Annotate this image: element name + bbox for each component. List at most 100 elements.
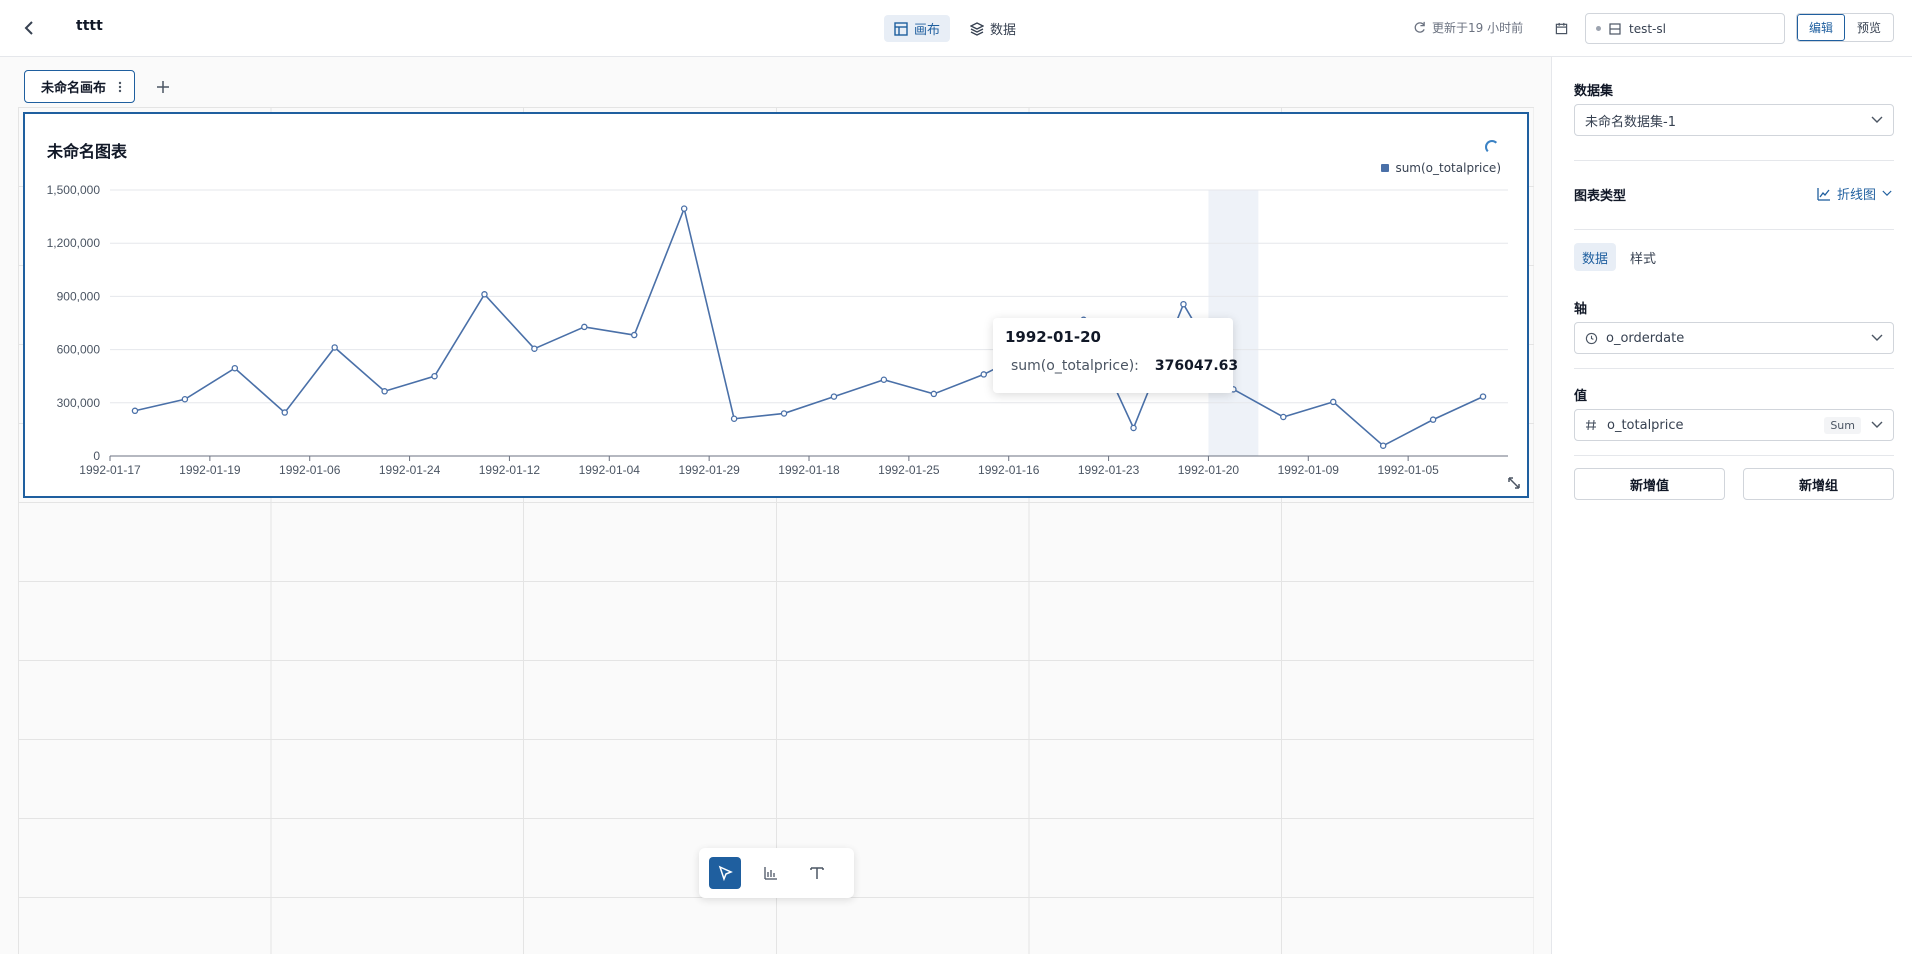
chevron-down-icon	[1871, 116, 1883, 123]
tab-data[interactable]: 数据	[960, 15, 1026, 42]
update-time-text: 更新于19 小时前	[1432, 21, 1524, 35]
x-tick-label: 1992-01-16	[978, 463, 1040, 477]
axis-label: 轴	[1574, 302, 1588, 317]
x-tick-label: 1992-01-20	[1178, 463, 1240, 477]
data-point	[980, 371, 988, 378]
refresh-icon	[1414, 21, 1425, 33]
value-field: o_totalprice	[1607, 417, 1684, 433]
dataset-value: 未命名数据集-1	[1585, 114, 1676, 130]
view-tabs: 画布 数据	[884, 15, 1026, 42]
axis-select[interactable]: o_orderdate	[1574, 322, 1894, 354]
value-label: 值	[1574, 389, 1588, 404]
edit-mode-button[interactable]: 编辑	[1797, 14, 1845, 41]
tab-data-settings[interactable]: 数据	[1574, 243, 1617, 271]
data-point	[531, 345, 538, 352]
data-point	[331, 344, 338, 351]
data-point	[581, 323, 588, 331]
data-point	[281, 409, 288, 416]
data-point	[1479, 393, 1487, 400]
x-tick-label: 1992-01-04	[579, 463, 641, 477]
preview-mode-button[interactable]: 预览	[1845, 14, 1893, 41]
data-point	[680, 205, 688, 212]
add-group-button[interactable]: 新增组	[1743, 468, 1894, 500]
hash-icon	[1586, 419, 1596, 431]
bottom-toolbar	[699, 848, 854, 898]
data-point	[730, 415, 738, 423]
line-chart[interactable]: 0 300,000 600,000 900,000 1,200,000 1,500,000…	[25, 114, 1527, 496]
chart-tooltip: 1992-01-20 sum(o_totalprice): 376047.63	[993, 318, 1238, 393]
y-tick-label: 600,000	[57, 343, 101, 357]
tooltip-row: sum(o_totalprice): 376047.63	[1005, 358, 1238, 374]
x-tick-label: 1992-01-09	[1278, 463, 1340, 477]
database-icon	[1609, 22, 1621, 35]
data-point	[880, 376, 888, 383]
y-tick-label: 900,000	[57, 289, 101, 303]
data-point	[1429, 416, 1437, 423]
dataset-select[interactable]: 未命名数据集-1	[1574, 104, 1894, 136]
plus-icon	[157, 80, 170, 93]
clock-icon	[1585, 332, 1598, 344]
calendar-button[interactable]	[1551, 18, 1571, 38]
resize-handle-icon[interactable]	[1507, 476, 1521, 490]
data-point	[431, 372, 438, 380]
divider	[1574, 455, 1894, 456]
data-point	[1379, 442, 1387, 449]
database-select[interactable]: test-sl	[1585, 13, 1785, 44]
add-text-button[interactable]	[801, 857, 833, 889]
chart-type-select[interactable]: 折线图	[1817, 184, 1892, 203]
canvas-tab-label: 未命名画布	[41, 81, 107, 96]
text-icon	[810, 867, 824, 879]
y-tick-label: 1,500,000	[47, 183, 101, 197]
mode-toggle: 编辑 预览	[1796, 13, 1894, 42]
axis-value: o_orderdate	[1606, 330, 1685, 346]
divider	[1574, 229, 1894, 230]
x-tick-label: 1992-01-23	[1078, 463, 1140, 477]
add-canvas-button[interactable]	[151, 75, 175, 99]
divider	[1574, 160, 1894, 161]
line-chart-icon	[1817, 187, 1830, 201]
chevron-left-icon	[24, 21, 33, 35]
settings-tabs: 数据 样式	[1574, 243, 1664, 271]
x-tick-label: 1992-01-12	[479, 463, 541, 477]
data-point	[131, 407, 139, 415]
data-point	[830, 393, 838, 400]
database-name: test-sl	[1629, 21, 1666, 36]
top-header: tttt 画布 数据 更新于19 小时前 test-sl 编辑 预览	[0, 0, 1912, 57]
tooltip-series: sum(o_totalprice):	[1011, 358, 1139, 374]
select-tool-button[interactable]	[709, 857, 741, 889]
chevron-down-icon	[1871, 334, 1883, 341]
tooltip-date: 1992-01-20	[1005, 328, 1101, 346]
value-select[interactable]: o_totalprice Sum	[1574, 409, 1894, 441]
tab-style-settings[interactable]: 样式	[1622, 243, 1664, 271]
x-tick-label: 1992-01-25	[878, 463, 940, 477]
x-tick-label: 1992-01-18	[778, 463, 840, 477]
y-tick-label: 1,200,000	[47, 236, 101, 250]
data-point	[930, 390, 938, 398]
add-value-button[interactable]: 新增值	[1574, 468, 1725, 500]
dataset-label: 数据集	[1574, 84, 1614, 99]
x-tick-label: 1992-01-05	[1377, 463, 1439, 477]
series-line	[134, 205, 1484, 447]
more-vertical-icon[interactable]	[118, 81, 122, 93]
cursor-icon	[718, 865, 733, 881]
data-point	[181, 396, 189, 403]
refresh-status[interactable]: 更新于19 小时前	[1413, 19, 1523, 36]
data-point	[1130, 424, 1137, 432]
tab-canvas[interactable]: 画布	[884, 15, 951, 42]
chevron-down-icon	[1882, 190, 1892, 196]
chart-card[interactable]: 未命名图表 sum(o_totalprice) 0 300,000 600,000 9…	[23, 112, 1529, 498]
x-tick-label: 1992-01-17	[79, 463, 141, 477]
y-tick-label: 300,000	[57, 396, 101, 410]
data-point	[231, 364, 239, 372]
add-chart-button[interactable]	[755, 857, 787, 889]
x-tick-label: 1992-01-29	[678, 463, 740, 477]
page-title: tttt	[76, 18, 103, 34]
layers-icon	[970, 21, 985, 36]
chart-icon	[764, 867, 777, 880]
aggregation-badge[interactable]: Sum	[1824, 416, 1861, 434]
canvas-tab[interactable]: 未命名画布	[24, 70, 136, 103]
chevron-down-icon	[1871, 421, 1883, 428]
canvas-tab-bar: 未命名画布	[24, 70, 175, 103]
data-point	[1330, 398, 1337, 406]
back-button[interactable]	[16, 15, 42, 41]
